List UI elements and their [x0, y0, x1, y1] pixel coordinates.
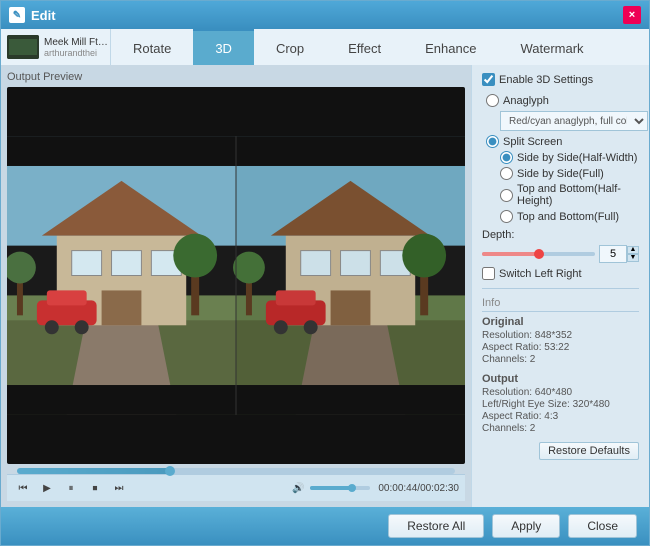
original-aspect: Aspect Ratio: 53:22: [482, 342, 639, 353]
file-sidebar: Meek Mill Ft. ... arthurandthei: [1, 29, 111, 65]
play-button[interactable]: ▶: [37, 478, 57, 498]
info-title: Info: [482, 297, 639, 312]
bottom-bar: Restore All Apply Close: [1, 507, 649, 545]
tab-enhance[interactable]: Enhance: [403, 29, 498, 65]
top-bottom-half-radio[interactable]: [500, 189, 513, 202]
output-eye-size: Left/Right Eye Size: 320*480: [482, 399, 639, 410]
switch-lr-checkbox[interactable]: [482, 267, 495, 280]
anaglyph-radio[interactable]: [486, 94, 499, 107]
output-aspect: Aspect Ratio: 4:3: [482, 411, 639, 422]
window-title: Edit: [31, 8, 623, 23]
close-window-button[interactable]: ×: [623, 6, 641, 24]
side-by-side-full-label: Side by Side(Full): [517, 168, 604, 180]
enable-3d-label: Enable 3D Settings: [499, 74, 593, 86]
video-area: Output Preview: [1, 65, 471, 507]
output-info-group: Output Resolution: 640*480 Left/Right Ey…: [482, 373, 639, 434]
depth-slider-fill: [482, 252, 539, 256]
side-by-side-half-label: Side by Side(Half-Width): [517, 152, 637, 164]
window-icon: ✎: [9, 7, 25, 23]
file-sub: arthurandthei: [44, 48, 109, 58]
switch-lr-row: Switch Left Right: [482, 267, 639, 280]
anaglyph-row: Anaglyph: [486, 94, 639, 107]
tab-crop[interactable]: Crop: [254, 29, 326, 65]
top-bottom-half-row: Top and Bottom(Half-Height): [500, 183, 639, 207]
original-resolution: Resolution: 848*352: [482, 330, 639, 341]
volume-bar[interactable]: [310, 486, 370, 490]
title-bar: ✎ Edit ×: [1, 1, 649, 29]
file-info: Meek Mill Ft. ... arthurandthei: [44, 37, 109, 58]
depth-section: Depth: ▲ ▼: [482, 229, 639, 263]
depth-input[interactable]: [599, 245, 627, 263]
main-content: Output Preview: [1, 65, 649, 507]
pause-button[interactable]: ⏸: [61, 478, 81, 498]
tab-effect[interactable]: Effect: [326, 29, 403, 65]
side-by-side-half-radio[interactable]: [500, 151, 513, 164]
settings-panel: Enable 3D Settings Anaglyph Red/cyan ana…: [471, 65, 649, 507]
volume-icon[interactable]: 🔊: [288, 478, 308, 498]
settings-divider: [482, 288, 639, 289]
side-by-side-half-row: Side by Side(Half-Width): [500, 151, 639, 164]
skip-forward-button[interactable]: ⏭: [109, 478, 129, 498]
restore-defaults-button[interactable]: Restore Defaults: [539, 442, 639, 460]
anaglyph-dropdown[interactable]: Red/cyan anaglyph, full color: [500, 111, 648, 131]
volume-fill: [310, 486, 352, 490]
depth-value-container: ▲ ▼: [599, 245, 639, 263]
file-thumbnail: [7, 35, 39, 59]
tab-watermark[interactable]: Watermark: [498, 29, 605, 65]
original-group-title: Original: [482, 316, 639, 328]
side-by-side-full-radio[interactable]: [500, 167, 513, 180]
enable-3d-checkbox[interactable]: [482, 73, 495, 86]
close-button[interactable]: Close: [568, 514, 637, 538]
original-channels: Channels: 2: [482, 354, 639, 365]
output-group-title: Output: [482, 373, 639, 385]
tab-rotate[interactable]: Rotate: [111, 29, 193, 65]
output-channels: Channels: 2: [482, 423, 639, 434]
progress-bar[interactable]: [17, 468, 455, 474]
top-bottom-full-radio[interactable]: [500, 210, 513, 223]
volume-thumb: [348, 484, 356, 492]
progress-area: [7, 464, 465, 474]
tab-bar: Rotate 3D Crop Effect Enhance Watermark: [111, 29, 649, 65]
file-name: Meek Mill Ft. ...: [44, 37, 109, 48]
split-screen-label: Split Screen: [503, 136, 562, 148]
depth-row: ▲ ▼: [482, 245, 639, 263]
switch-lr-label: Switch Left Right: [499, 268, 582, 280]
output-preview-label: Output Preview: [7, 71, 465, 83]
split-screen-row: Split Screen: [486, 135, 639, 148]
depth-spin-buttons: ▲ ▼: [627, 246, 639, 262]
edit-window: ✎ Edit × Meek Mill Ft. ... arthurandthei…: [0, 0, 650, 546]
top-bottom-full-row: Top and Bottom(Full): [500, 210, 639, 223]
split-screen-radio[interactable]: [486, 135, 499, 148]
tab-3d[interactable]: 3D: [193, 29, 254, 65]
info-section: Info Original Resolution: 848*352 Aspect…: [482, 297, 639, 434]
anaglyph-dropdown-row: Red/cyan anaglyph, full color: [500, 111, 639, 131]
time-display: 00:00:44/00:02:30: [378, 483, 459, 494]
depth-increment-button[interactable]: ▲: [627, 246, 639, 254]
output-resolution: Resolution: 640*480: [482, 387, 639, 398]
restore-defaults-row: Restore Defaults: [482, 442, 639, 460]
enable-3d-row: Enable 3D Settings: [482, 73, 639, 86]
enable-3d-section: Enable 3D Settings: [482, 73, 639, 86]
depth-slider[interactable]: [482, 252, 595, 256]
skip-back-button[interactable]: ⏮: [13, 478, 33, 498]
anaglyph-label: Anaglyph: [503, 95, 549, 107]
top-bottom-full-label: Top and Bottom(Full): [517, 211, 619, 223]
volume-control: 🔊: [288, 478, 370, 498]
top-bottom-half-label: Top and Bottom(Half-Height): [517, 183, 639, 207]
controls-bar: ⏮ ▶ ⏸ ⏹ ⏭ 🔊 00:00:44/00:02:30: [7, 474, 465, 501]
depth-decrement-button[interactable]: ▼: [627, 254, 639, 262]
apply-button[interactable]: Apply: [492, 514, 560, 538]
restore-all-button[interactable]: Restore All: [388, 514, 484, 538]
original-info-group: Original Resolution: 848*352 Aspect Rati…: [482, 316, 639, 365]
video-frame: [7, 87, 465, 464]
depth-label: Depth:: [482, 229, 639, 241]
depth-slider-thumb: [534, 249, 544, 259]
side-by-side-full-row: Side by Side(Full): [500, 167, 639, 180]
video-container: [7, 87, 465, 464]
progress-fill: [17, 468, 170, 474]
stop-button[interactable]: ⏹: [85, 478, 105, 498]
